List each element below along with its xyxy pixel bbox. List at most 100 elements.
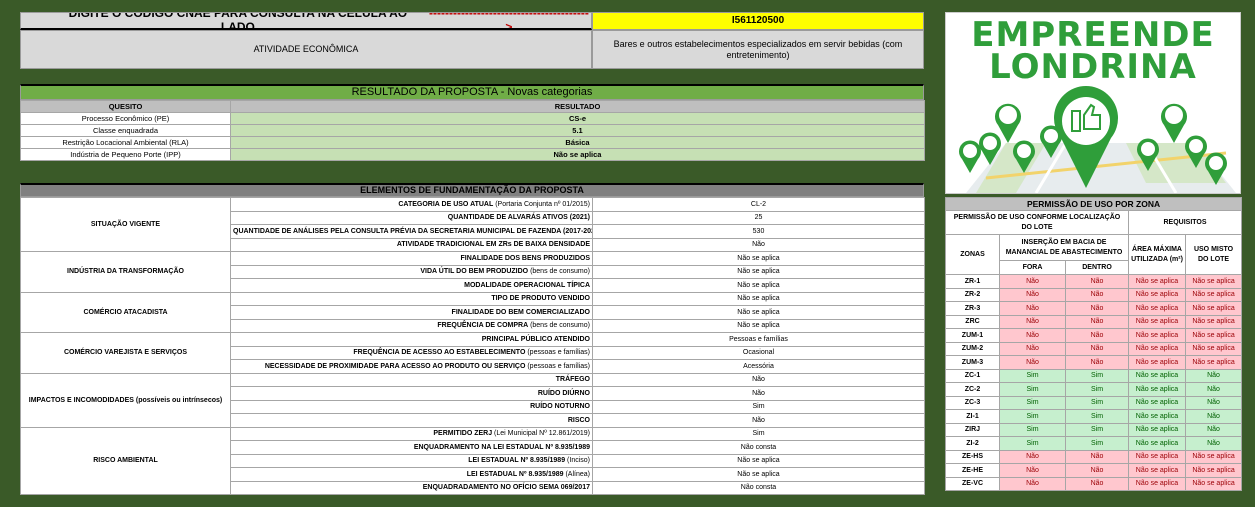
zone-dentro: Não — [1065, 341, 1129, 356]
criterion-label: LEI ESTADUAL Nº 8.935/1989 (Alínea) — [230, 467, 593, 482]
zone-misto: Não se aplica — [1184, 287, 1243, 302]
cnae-code-input[interactable]: I561120500 — [592, 12, 924, 30]
zone-dentro: Não — [1065, 476, 1129, 491]
group-name: IMPACTOS E INCOMODIDADES (possíveis ou i… — [20, 372, 231, 428]
group-name: COMÉRCIO VAREJISTA E SERVIÇOS — [20, 332, 231, 374]
zone-area: Não se aplica — [1128, 436, 1186, 451]
zone-fora: Sim — [999, 368, 1066, 383]
result-title: RESULTADO DA PROPOSTA - Novas categorias — [20, 84, 924, 100]
criterion-value: Não — [592, 386, 925, 401]
zone-misto: Não — [1184, 436, 1243, 451]
zone-misto: Não se aplica — [1184, 463, 1243, 478]
criterion-label-main: ATIVIDADE TRADICIONAL EM ZRs DE BAIXA DE… — [396, 241, 590, 249]
zone-area: Não se aplica — [1128, 395, 1186, 410]
zone-misto: Não se aplica — [1184, 355, 1243, 370]
zone-row: ZR-2 Não Não Não se aplica Não se aplica — [945, 287, 1243, 302]
zone-misto: Não se aplica — [1184, 341, 1243, 356]
fundamentacao-row: COMÉRCIO ATACADISTA TIPO DE PRODUTO VENDI… — [20, 291, 925, 333]
criterion-value: 25 — [592, 210, 925, 225]
col-zonas: ZONAS — [945, 234, 1000, 275]
group-name: COMÉRCIO ATACADISTA — [20, 291, 231, 333]
criterion-label: LEI ESTADUAL Nº 8.935/1989 (Inciso) — [230, 453, 593, 468]
zone-row: ZI-2 Sim Sim Não se aplica Não — [945, 436, 1243, 451]
permissao-table: PERMISSÃO DE USO POR ZONA PERMISSÃO DE U… — [944, 197, 1243, 491]
zone-fora: Não — [999, 301, 1066, 316]
result-col-resultado: RESULTADO — [230, 100, 925, 113]
zone-row: ZRC Não Não Não se aplica Não se aplica — [945, 314, 1243, 329]
criterion-label-note: (bens de consumo) — [528, 322, 590, 330]
zone-dentro: Sim — [1065, 422, 1129, 437]
zone-row: ZUM-3 Não Não Não se aplica Não se aplica — [945, 355, 1243, 370]
criterion-label: RUÍDO NOTURNO — [230, 399, 593, 414]
zone-area: Não se aplica — [1128, 476, 1186, 491]
zone-row: ZC-3 Sim Sim Não se aplica Não — [945, 395, 1243, 410]
criterion-label-note: (Lei Municipal Nº 12.861/2019) — [492, 430, 590, 438]
zone-name: ZIRJ — [945, 422, 1000, 437]
zone-misto: Não — [1184, 422, 1243, 437]
col-dentro: DENTRO — [1065, 260, 1129, 275]
col-fora: FORA — [999, 260, 1066, 275]
zone-area: Não se aplica — [1128, 341, 1186, 356]
cnae-prompt-arrow: ----------------------------------------… — [428, 12, 589, 30]
zone-row: ZE-VC Não Não Não se aplica Não se aplica — [945, 476, 1243, 491]
zone-area: Não se aplica — [1128, 422, 1186, 437]
zone-area: Não se aplica — [1128, 355, 1186, 370]
zone-dentro: Sim — [1065, 436, 1129, 451]
criterion-label: NECESSIDADE DE PROXIMIDADE PARA ACESSO A… — [230, 359, 593, 374]
zone-dentro: Não — [1065, 328, 1129, 343]
zone-name: ZC-2 — [945, 382, 1000, 397]
zone-area: Não se aplica — [1128, 274, 1186, 289]
zone-misto: Não se aplica — [1184, 328, 1243, 343]
zone-misto: Não se aplica — [1184, 314, 1243, 329]
zone-name: ZE-VC — [945, 476, 1000, 491]
zone-area: Não se aplica — [1128, 301, 1186, 316]
result-value: CS-e — [230, 112, 925, 125]
criterion-label-main: FREQUÊNCIA DE COMPRA — [437, 322, 529, 330]
criterion-label: ENQUADRADAMENTO NO OFÍCIO SEMA 069/2017 — [230, 480, 593, 495]
zone-dentro: Não — [1065, 301, 1129, 316]
fundamentacao-row: IMPACTOS E INCOMODIDADES (possíveis ou i… — [20, 372, 925, 428]
group-name: SITUAÇÃO VIGENTE — [20, 197, 231, 252]
criterion-label-main: QUANTIDADE DE ALVARÁS ATIVOS (2021) — [447, 214, 590, 222]
zone-fora: Não — [999, 328, 1066, 343]
criterion-label-main: TRÁFEGO — [555, 376, 590, 384]
result-quesito: Classe enquadrada — [20, 124, 231, 137]
zone-name: ZUM-2 — [945, 341, 1000, 356]
zone-area: Não se aplica — [1128, 409, 1186, 424]
result-row: Indústria de Pequeno Porte (IPP) Não se a… — [20, 148, 925, 161]
group-name: INDÚSTRIA DA TRANSFORMAÇÃO — [20, 251, 231, 293]
col-misto: USO MISTO DO LOTE — [1184, 234, 1243, 275]
result-table: QUESITO RESULTADO Processo Econômico (PE… — [20, 100, 925, 161]
zone-row: ZIRJ Sim Sim Não se aplica Não — [945, 422, 1243, 437]
criterion-label-main: ENQUADRAMENTO NA LEI ESTADUAL Nº 8.935/1… — [413, 443, 590, 451]
criterion-label: RUÍDO DIÚRNO — [230, 386, 593, 401]
result-quesito: Processo Econômico (PE) — [20, 112, 231, 125]
criterion-value: Não se aplica — [592, 305, 925, 320]
zone-name: ZI-1 — [945, 409, 1000, 424]
zone-name: ZR-3 — [945, 301, 1000, 316]
criterion-label-main: PRINCIPAL PÚBLICO ATENDIDO — [481, 335, 590, 343]
criterion-label-main: FINALIDADE DOS BENS PRODUZIDOS — [460, 254, 590, 262]
empreende-londrina-logo: EMPREENDE LONDRINA — [945, 12, 1241, 194]
criterion-value: Não consta — [592, 480, 925, 495]
criterion-label: TIPO DE PRODUTO VENDIDO — [230, 291, 593, 306]
zone-row: ZE-HS Não Não Não se aplica Não se aplica — [945, 449, 1243, 464]
zone-fora: Não — [999, 449, 1066, 464]
criterion-label: RISCO — [230, 413, 593, 428]
criterion-label: PERMITIDO ZERJ (Lei Municipal Nº 12.861/… — [230, 426, 593, 441]
zone-area: Não se aplica — [1128, 328, 1186, 343]
fundamentacao-row: COMÉRCIO VAREJISTA E SERVIÇOS PRINCIPAL P… — [20, 332, 925, 374]
zone-area: Não se aplica — [1128, 463, 1186, 478]
criterion-label-main: VIDA ÚTIL DO BEM PRODUZIDO — [420, 268, 529, 276]
zone-fora: Não — [999, 274, 1066, 289]
criterion-value: Não se aplica — [592, 291, 925, 306]
zone-misto: Não se aplica — [1184, 449, 1243, 464]
criterion-value: Acessória — [592, 359, 925, 374]
activity-label: ATIVIDADE ECONÔMICA — [20, 30, 592, 69]
criterion-value: Sim — [592, 426, 925, 441]
criterion-value: Não consta — [592, 440, 925, 455]
criterion-label-main: RUÍDO DIÚRNO — [537, 389, 590, 397]
activity-value: Bares e outros estabelecimentos especial… — [592, 30, 924, 69]
zone-row: ZUM-2 Não Não Não se aplica Não se aplica — [945, 341, 1243, 356]
criterion-label-main: RUÍDO NOTURNO — [530, 403, 590, 411]
